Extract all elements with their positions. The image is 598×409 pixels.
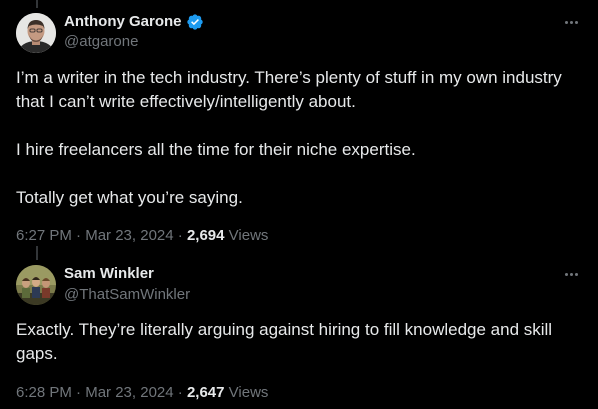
author-handle[interactable]: @atgarone <box>64 33 138 51</box>
views-label: Views <box>228 384 269 401</box>
tweet-text: I’m a writer in the tech industry. There… <box>16 66 582 210</box>
tweet-paragraph: I hire freelancers all the time for thei… <box>16 140 416 159</box>
author-display-name[interactable]: Sam Winkler <box>64 265 154 283</box>
avatar[interactable] <box>16 13 56 53</box>
avatar-image <box>16 13 56 53</box>
tweet-paragraph: Totally get what you’re saying. <box>16 188 243 207</box>
views-label: Views <box>228 227 269 244</box>
tweet-meta: 6:28 PM · Mar 23, 2024 · 2,647 Views <box>16 383 268 403</box>
author-display-name[interactable]: Anthony Garone <box>64 13 182 31</box>
separator: · <box>173 227 187 244</box>
tweet-time[interactable]: 6:28 PM <box>16 384 72 401</box>
tweet-date[interactable]: Mar 23, 2024 <box>85 384 173 401</box>
separator: · <box>71 384 86 401</box>
tweet-paragraph: Exactly. They’re literally arguing again… <box>16 320 553 363</box>
more-options-icon[interactable] <box>561 12 581 32</box>
tweet[interactable]: Anthony Garone @atgarone I’m a writer in… <box>0 0 598 252</box>
tweet-date[interactable]: Mar 23, 2024 <box>85 227 173 244</box>
views-count: 2,647 <box>186 384 225 401</box>
avatar[interactable] <box>16 265 56 305</box>
tweet-text: Exactly. They’re literally arguing again… <box>16 318 582 366</box>
tweet-time[interactable]: 6:27 PM <box>16 227 72 244</box>
separator: · <box>173 384 187 401</box>
more-options-icon[interactable] <box>561 264 581 284</box>
tweet-paragraph: I’m a writer in the tech industry. There… <box>16 68 562 111</box>
tweet-meta: 6:27 PM · Mar 23, 2024 · 2,694 Views <box>16 226 268 246</box>
tweet[interactable]: Sam Winkler @ThatSamWinkler Exactly. The… <box>0 252 598 409</box>
verified-badge-icon[interactable] <box>186 13 204 31</box>
avatar-image <box>16 265 56 305</box>
author-handle[interactable]: @ThatSamWinkler <box>64 286 190 304</box>
views-count: 2,694 <box>186 227 225 244</box>
separator: · <box>71 227 86 244</box>
